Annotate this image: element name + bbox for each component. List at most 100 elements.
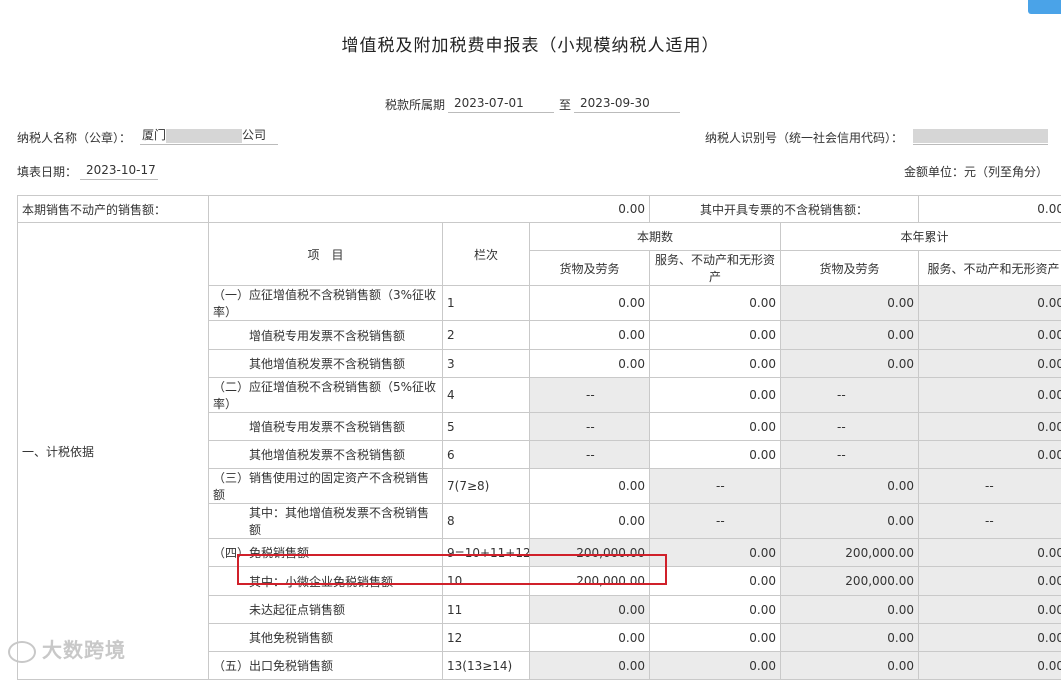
watermark: 大数跨境 xyxy=(8,634,126,663)
cell-current-goods: -- xyxy=(530,413,650,441)
row-label: 其他增值税发票不含税销售额 xyxy=(209,350,443,378)
cell-current-services[interactable]: 0.00 xyxy=(650,378,781,413)
cell-current-services[interactable]: 0.00 xyxy=(650,350,781,378)
cell-current-services[interactable]: 0.00 xyxy=(650,413,781,441)
row-line: 10 xyxy=(443,567,530,596)
cell-current-services[interactable]: 0.00 xyxy=(650,624,781,652)
section-label: 一、计税依据 xyxy=(18,223,209,680)
row-label: 未达起征点销售额 xyxy=(209,596,443,624)
cell-current-goods[interactable]: 0.00 xyxy=(530,286,650,321)
cell-ytd-goods: 0.00 xyxy=(781,504,919,539)
period-label: 税款所属期 xyxy=(385,96,445,113)
cell-ytd-services: 0.00 xyxy=(919,652,1061,680)
header-current-goods: 货物及劳务 xyxy=(530,251,650,286)
cell-ytd-goods: 0.00 xyxy=(781,321,919,350)
cell-current-services[interactable]: 0.00 xyxy=(650,321,781,350)
cell-ytd-goods: 0.00 xyxy=(781,652,919,680)
watermark-logo-icon xyxy=(8,641,36,663)
cell-ytd-goods: 0.00 xyxy=(781,624,919,652)
cell-current-goods[interactable]: 0.00 xyxy=(530,504,650,539)
row-line: 5 xyxy=(443,413,530,441)
header-ytd-goods: 货物及劳务 xyxy=(781,251,919,286)
cell-ytd-services: 0.00 xyxy=(919,441,1061,469)
row-line: 9=10+11+12 xyxy=(443,539,530,567)
row-label: （二）应征增值税不含税销售额（5%征收率） xyxy=(209,378,443,413)
cell-current-goods: 0.00 xyxy=(530,652,650,680)
header-ytd: 本年累计 xyxy=(781,223,1061,251)
cell-current-services[interactable]: 0.00 xyxy=(650,441,781,469)
cell-ytd-goods: 200,000.00 xyxy=(781,539,919,567)
cell-current-services[interactable]: 0.00 xyxy=(650,567,781,596)
row-line: 2 xyxy=(443,321,530,350)
cell-ytd-services: 0.00 xyxy=(919,321,1061,350)
cell-current-goods: -- xyxy=(530,441,650,469)
cell-ytd-services: 0.00 xyxy=(919,413,1061,441)
cell-ytd-goods: -- xyxy=(781,441,919,469)
cell-current-goods[interactable]: 0.00 xyxy=(530,624,650,652)
row-line: 11 xyxy=(443,596,530,624)
cell-current-goods: 200,000.00 xyxy=(530,539,650,567)
cell-current-goods[interactable]: 0.00 xyxy=(530,350,650,378)
cell-ytd-goods: 200,000.00 xyxy=(781,567,919,596)
cell-current-services: 0.00 xyxy=(650,539,781,567)
row-line: 13(13≥14) xyxy=(443,652,530,680)
cell-current-services: 0.00 xyxy=(650,652,781,680)
period-from-input[interactable]: 2023-07-01 xyxy=(448,93,554,113)
cell-current-services[interactable]: 0.00 xyxy=(650,596,781,624)
cell-ytd-services: -- xyxy=(919,469,1061,504)
cell-ytd-goods: -- xyxy=(781,413,919,441)
row-label: （一）应征增值税不含税销售额（3%征收率） xyxy=(209,286,443,321)
cell-ytd-services: 0.00 xyxy=(919,567,1061,596)
row-line: 1 xyxy=(443,286,530,321)
corner-action-button[interactable] xyxy=(1028,0,1061,14)
cell-ytd-goods: 0.00 xyxy=(781,286,919,321)
row-label: 增值税专用发票不含税销售额 xyxy=(209,413,443,441)
cell-current-goods[interactable]: 0.00 xyxy=(530,321,650,350)
taxpayer-id-field[interactable] xyxy=(913,125,1048,145)
cell-current-goods[interactable]: 0.00 xyxy=(530,469,650,504)
special-invoice-sales-value[interactable]: 0.00 xyxy=(919,196,1061,223)
row-label: （三）销售使用过的固定资产不含税销售额 xyxy=(209,469,443,504)
taxpayer-name-suffix: 公司 xyxy=(242,128,266,142)
row-label: 其他增值税发票不含税销售额 xyxy=(209,441,443,469)
special-invoice-sales-label: 其中开具专票的不含税销售额： xyxy=(650,196,919,223)
redacted-block xyxy=(913,129,1048,143)
row-label: 其中：小微企业免税销售额 xyxy=(209,567,443,596)
cell-ytd-services: 0.00 xyxy=(919,624,1061,652)
taxpayer-name-prefix: 厦门 xyxy=(142,128,166,142)
period-to-input[interactable]: 2023-09-30 xyxy=(574,93,680,113)
top-row: 本期销售不动产的销售额： 0.00 其中开具专票的不含税销售额： 0.00 xyxy=(18,196,1061,223)
row-line: 12 xyxy=(443,624,530,652)
row-line: 8 xyxy=(443,504,530,539)
row-line: 6 xyxy=(443,441,530,469)
row-line: 4 xyxy=(443,378,530,413)
cell-ytd-services: 0.00 xyxy=(919,378,1061,413)
real-estate-sales-value[interactable]: 0.00 xyxy=(209,196,650,223)
taxpayer-id-label: 纳税人识别号（统一社会信用代码）： xyxy=(705,129,903,146)
row-label: 增值税专用发票不含税销售额 xyxy=(209,321,443,350)
cell-ytd-services: 0.00 xyxy=(919,350,1061,378)
page-title: 增值税及附加税费申报表（小规模纳税人适用） xyxy=(0,31,1061,56)
row-label: （四）免税销售额 xyxy=(209,539,443,567)
cell-current-services: -- xyxy=(650,469,781,504)
row-label: 其中：其他增值税发票不含税销售额 xyxy=(209,504,443,539)
cell-ytd-goods: 0.00 xyxy=(781,596,919,624)
cell-ytd-services: 0.00 xyxy=(919,596,1061,624)
taxpayer-name-field[interactable]: 厦门 公司 xyxy=(140,125,278,145)
cell-ytd-services: 0.00 xyxy=(919,286,1061,321)
cell-current-goods[interactable]: 200,000.00 xyxy=(530,567,650,596)
cell-ytd-goods: 0.00 xyxy=(781,469,919,504)
row-line: 7(7≥8) xyxy=(443,469,530,504)
declaration-table: 本期销售不动产的销售额： 0.00 其中开具专票的不含税销售额： 0.00 一、… xyxy=(17,195,1061,680)
fill-date-label: 填表日期： xyxy=(17,163,77,180)
row-label: （五）出口免税销售额 xyxy=(209,652,443,680)
header-item: 项 目 xyxy=(209,223,443,286)
row-line: 3 xyxy=(443,350,530,378)
cell-ytd-services: 0.00 xyxy=(919,539,1061,567)
cell-current-goods: 0.00 xyxy=(530,596,650,624)
real-estate-sales-label: 本期销售不动产的销售额： xyxy=(18,196,209,223)
cell-current-services[interactable]: 0.00 xyxy=(650,286,781,321)
cell-ytd-goods: -- xyxy=(781,378,919,413)
fill-date-field[interactable]: 2023-10-17 xyxy=(80,160,158,180)
header-line: 栏次 xyxy=(443,223,530,286)
